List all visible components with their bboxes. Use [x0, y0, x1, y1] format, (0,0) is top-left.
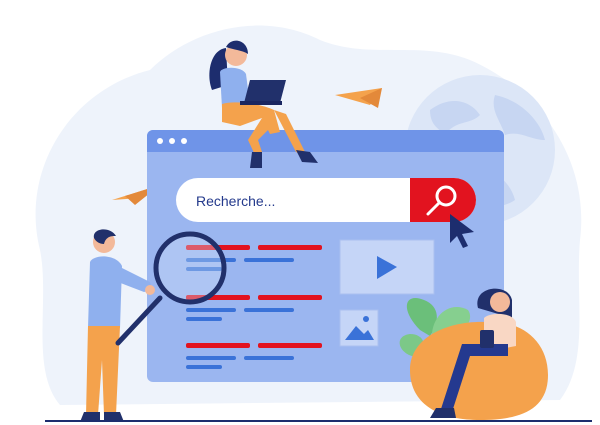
magnifier-lens	[153, 231, 227, 305]
window-dot	[157, 138, 163, 144]
image-thumbnail[interactable]	[339, 309, 379, 347]
search-button[interactable]	[410, 178, 476, 222]
window-dot	[181, 138, 187, 144]
video-thumbnail[interactable]	[339, 239, 435, 295]
seo-search-illustration: Recherche...	[35, 25, 592, 422]
search-bar[interactable]: Recherche...	[176, 178, 476, 222]
illustration-stage: Recherche...	[0, 0, 600, 425]
window-dot	[169, 138, 175, 144]
search-placeholder: Recherche...	[196, 193, 275, 209]
